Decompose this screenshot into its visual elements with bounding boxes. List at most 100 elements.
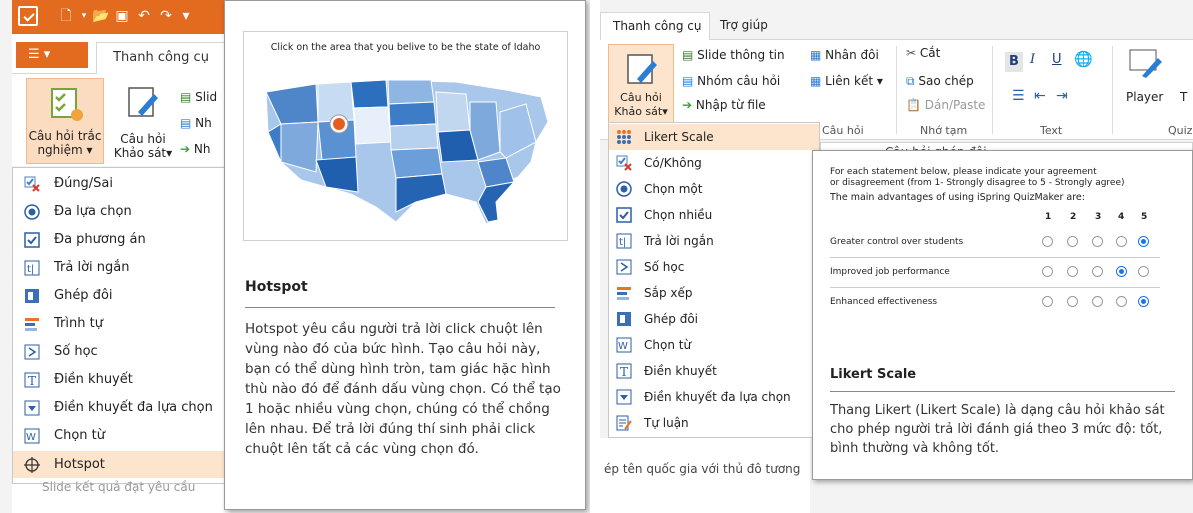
indent-icon[interactable]: ⇥ xyxy=(1056,88,1068,104)
file-menu-button[interactable]: ☰ ▾ xyxy=(16,42,88,68)
menu-item-numeric[interactable]: Số học xyxy=(609,254,819,280)
menu-item-hotspot[interactable]: Hotspot xyxy=(13,451,233,478)
copy-button[interactable]: ⧉ Sao chép xyxy=(906,74,974,89)
customize-qat-icon[interactable]: ▾ xyxy=(178,8,194,24)
survey-button-label-1: Câu hỏi xyxy=(120,132,166,146)
likert-radio[interactable] xyxy=(1138,266,1149,277)
link-globe-icon[interactable]: 🌐 xyxy=(1074,50,1093,68)
open-folder-icon[interactable]: 📂 xyxy=(92,8,109,24)
bold-button[interactable]: B xyxy=(1005,52,1023,72)
underline-button[interactable]: U xyxy=(1052,52,1062,67)
menu-item-yes-no[interactable]: Có/Không xyxy=(609,150,819,176)
menu-item-label: Điền khuyết đa lựa chọn xyxy=(644,390,791,404)
bullets-icon[interactable]: ☰ xyxy=(1012,88,1025,104)
group-label-question: Câu hỏi xyxy=(822,124,864,137)
likert-radio[interactable] xyxy=(1042,296,1053,307)
question-group-button[interactable]: ▤ Nhóm câu hỏi xyxy=(682,74,780,88)
redo-icon[interactable]: ↷ xyxy=(158,8,174,24)
likert-radio[interactable] xyxy=(1116,296,1127,307)
likert-radio[interactable] xyxy=(1067,296,1078,307)
import-file-button[interactable]: ➔ Nh xyxy=(180,142,210,156)
tab-tools[interactable]: Thanh công cụ xyxy=(600,12,710,41)
tab-tools[interactable]: Thanh công cụ xyxy=(96,42,226,74)
cut-button[interactable]: ✂ Cắt xyxy=(906,46,940,60)
menu-item-pick-many[interactable]: Chọn nhiều xyxy=(609,202,819,228)
import-file-button[interactable]: ➔ Nhập từ file xyxy=(682,98,766,112)
new-file-icon[interactable]: 🗋 xyxy=(58,8,74,24)
duplicate-label: Nhân đôi xyxy=(825,48,879,62)
player-label[interactable]: Player xyxy=(1126,90,1163,104)
menu-item-multiple-choice[interactable]: Đa lựa chọn xyxy=(13,198,233,225)
likert-radio[interactable] xyxy=(1092,296,1103,307)
menu-item-select-blank[interactable]: Điền khuyết đa lựa chọn xyxy=(13,394,233,421)
menu-item-fill-blank[interactable]: T Điền khuyết xyxy=(13,366,233,393)
app-logo-icon[interactable] xyxy=(18,6,38,26)
outdent-icon[interactable]: ⇤ xyxy=(1034,88,1046,104)
quiz-question-button[interactable]: Câu hỏi trắc nghiệm ▾ xyxy=(26,78,104,164)
import-file-label: Nh xyxy=(193,142,211,156)
quick-access-toolbar: 🗋 ▾ 📂 ▣ ↶ ↷ ▾ xyxy=(12,0,242,34)
likert-radio-selected[interactable] xyxy=(1138,236,1149,247)
italic-button[interactable]: I xyxy=(1030,52,1035,67)
dropdown-arrow-icon[interactable]: ▾ xyxy=(76,8,92,24)
ranking-icon xyxy=(615,284,633,302)
menu-item-word-bank[interactable]: W Chọn từ xyxy=(13,422,233,449)
menu-item-multiple-response[interactable]: Đa phương án xyxy=(13,226,233,253)
numeric-icon xyxy=(23,343,41,361)
menu-item-matching[interactable]: Ghép đôi xyxy=(13,282,233,309)
slide-info-label: Slide thông tin xyxy=(697,48,785,62)
tooltip-title: Likert Scale xyxy=(830,367,917,382)
true-false-icon xyxy=(23,175,41,193)
menu-item-likert[interactable]: Likert Scale xyxy=(609,124,819,150)
player-icon[interactable] xyxy=(1128,46,1164,80)
tab-help[interactable]: Trợ giúp xyxy=(720,12,768,40)
paste-button[interactable]: 📋 Dán/Paste xyxy=(906,98,985,112)
likert-radio[interactable] xyxy=(1042,236,1053,247)
survey-question-button[interactable]: Câu hỏi Khảo sát▾ xyxy=(608,44,674,124)
undo-icon[interactable]: ↶ xyxy=(136,8,152,24)
survey-pencil-icon xyxy=(128,87,158,117)
likert-radio[interactable] xyxy=(1092,266,1103,277)
likert-radio[interactable] xyxy=(1067,236,1078,247)
question-type-menu: Đúng/Sai Đa lựa chọn Đa phương án t| Trả… xyxy=(12,167,234,484)
fill-blank-icon: T xyxy=(23,371,41,389)
slide-info-button[interactable]: ▤ Slid xyxy=(180,90,217,104)
menu-item-label: Ghép đôi xyxy=(644,312,699,326)
link-button[interactable]: ▦ Liên kết ▾ xyxy=(810,74,883,88)
usa-map-image xyxy=(265,79,549,225)
duplicate-button[interactable]: ▦ Nhân đôi xyxy=(810,48,879,62)
preview-caption: Click on the area that you belive to be … xyxy=(270,42,541,53)
menu-item-label: Likert Scale xyxy=(644,130,714,144)
likert-row-separator xyxy=(830,257,1160,258)
likert-radio-selected[interactable] xyxy=(1116,266,1127,277)
menu-item-label: Chọn một xyxy=(644,182,703,196)
menu-item-pick-one[interactable]: Chọn một xyxy=(609,176,819,202)
menu-item-label: Số học xyxy=(54,344,98,359)
likert-radio[interactable] xyxy=(1116,236,1127,247)
survey-question-button[interactable]: Câu hỏi Khảo sát▾ xyxy=(108,78,178,164)
question-group-button[interactable]: ▤ Nh xyxy=(180,116,212,130)
menu-item-short-answer[interactable]: t| Trả lời ngắn xyxy=(13,254,233,281)
menu-item-essay[interactable]: Tự luận xyxy=(609,410,819,436)
menu-item-short-answer[interactable]: t| Trả lời ngắn xyxy=(609,228,819,254)
menu-item-true-false[interactable]: Đúng/Sai xyxy=(13,170,233,197)
menu-item-select-blank[interactable]: Điền khuyết đa lựa chọn xyxy=(609,384,819,410)
menu-item-label: Điền khuyết xyxy=(54,372,133,387)
menu-item-sequence[interactable]: Trình tự xyxy=(13,310,233,337)
menu-item-fill-blank[interactable]: T Điền khuyết xyxy=(609,358,819,384)
copy-label: Sao chép xyxy=(918,74,974,88)
likert-row-separator xyxy=(830,287,1160,288)
copy-icon: ⧉ xyxy=(906,74,915,88)
menu-item-ranking[interactable]: Sắp xếp xyxy=(609,280,819,306)
likert-scale-3: 3 xyxy=(1095,212,1102,222)
likert-radio[interactable] xyxy=(1067,266,1078,277)
menu-item-numeric[interactable]: Số học xyxy=(13,338,233,365)
menu-item-word-bank[interactable]: W Chọn từ xyxy=(609,332,819,358)
slide-info-button[interactable]: ▤ Slide thông tin xyxy=(682,48,785,62)
likert-radio-selected[interactable] xyxy=(1138,296,1149,307)
ribbon-tabs: Thanh công cụ Trợ giúp xyxy=(600,12,1193,41)
menu-item-matching[interactable]: Ghép đôi xyxy=(609,306,819,332)
likert-radio[interactable] xyxy=(1042,266,1053,277)
likert-radio[interactable] xyxy=(1092,236,1103,247)
save-icon[interactable]: ▣ xyxy=(114,8,130,24)
